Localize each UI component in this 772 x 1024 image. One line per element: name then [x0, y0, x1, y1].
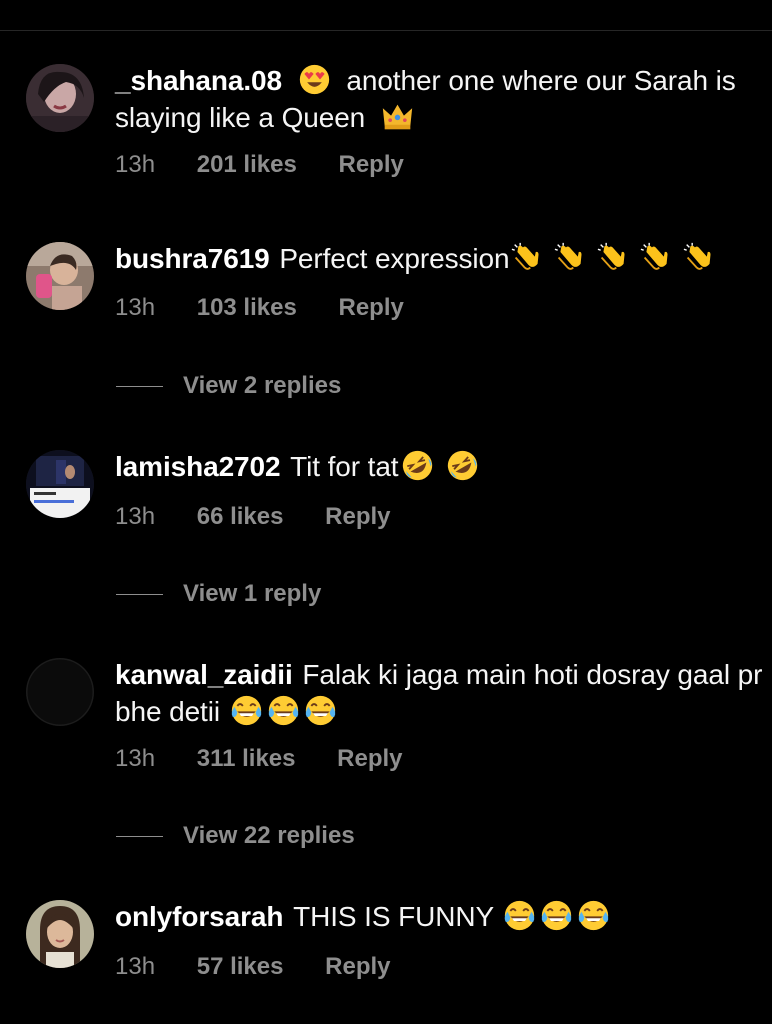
tears-of-joy-emoji-icon [304, 694, 337, 727]
crown-emoji-icon [381, 100, 414, 133]
tears-of-joy-emoji-icon [267, 694, 300, 727]
reply-button[interactable]: Reply [338, 294, 403, 322]
comment-message: THIS IS FUNNY [293, 901, 494, 932]
tears-of-joy-emoji-icon [230, 694, 263, 727]
comment-username[interactable]: lamisha2702 [115, 451, 281, 482]
comment-username[interactable]: onlyforsarah [115, 901, 284, 932]
comment-timestamp: 13h [115, 745, 156, 772]
comment-likes[interactable]: 201 likes [197, 151, 297, 179]
comment-username[interactable]: bushra7619 [115, 243, 270, 274]
comment-timestamp: 13h [115, 294, 156, 321]
comment-text: kanwal_zaidii Falak ki jaga main hoti do… [115, 656, 764, 730]
comment-meta: 13h 103 likes Reply [115, 294, 404, 322]
rofl-emoji-icon [401, 449, 434, 482]
comment-username[interactable]: kanwal_zaidii [115, 659, 293, 690]
avatar[interactable] [26, 450, 94, 518]
avatar-photo-icon [26, 450, 94, 518]
reply-button[interactable]: Reply [325, 503, 390, 531]
reply-button[interactable]: Reply [325, 953, 390, 981]
comment-timestamp: 13h [115, 503, 156, 530]
avatar-photo-icon [26, 900, 94, 968]
comment-timestamp: 13h [115, 953, 156, 980]
replies-divider-line [116, 836, 163, 838]
avatar[interactable] [26, 900, 94, 968]
top-divider [0, 30, 772, 31]
clapping-hands-emoji-icon [640, 241, 673, 274]
comment-meta: 13h 57 likes Reply [115, 953, 391, 981]
tears-of-joy-emoji-icon [503, 899, 536, 932]
tears-of-joy-emoji-icon [577, 899, 610, 932]
heart-eyes-emoji-icon [298, 63, 331, 96]
comment-text: onlyforsarah THIS IS FUNNY [115, 898, 764, 935]
tears-of-joy-emoji-icon [540, 899, 573, 932]
rofl-emoji-icon [446, 449, 479, 482]
comment-username[interactable]: _shahana.08 [115, 65, 282, 96]
comment-meta: 13h 66 likes Reply [115, 503, 391, 531]
view-replies-button[interactable]: View 2 replies [116, 372, 341, 400]
clapping-hands-emoji-icon [683, 241, 716, 274]
comment-timestamp: 13h [115, 151, 156, 178]
clapping-hands-emoji-icon [554, 241, 587, 274]
clapping-hands-emoji-icon [511, 241, 544, 274]
reply-button[interactable]: Reply [337, 745, 402, 773]
view-replies-button[interactable]: View 22 replies [116, 822, 355, 850]
avatar-photo-icon [26, 64, 94, 132]
clapping-hands-emoji-icon [597, 241, 630, 274]
reply-button[interactable]: Reply [338, 151, 403, 179]
comment-meta: 13h 201 likes Reply [115, 151, 404, 179]
view-replies-label: View 1 reply [183, 580, 322, 607]
comment-text: lamisha2702 Tit for tat [115, 448, 764, 485]
avatar[interactable] [26, 242, 94, 310]
comment-likes[interactable]: 57 likes [197, 953, 284, 981]
comment-message: Tit for tat [290, 451, 399, 482]
avatar-photo-icon [26, 242, 94, 310]
replies-divider-line [116, 594, 163, 596]
comment-text: bushra7619 Perfect expression [115, 240, 764, 277]
view-replies-label: View 2 replies [183, 372, 342, 399]
comment-message: Perfect expression [279, 243, 510, 274]
comment-meta: 13h 311 likes Reply [115, 745, 403, 773]
comment-text: _shahana.08 another one where our Sarah … [115, 62, 764, 136]
view-replies-button[interactable]: View 1 reply [116, 580, 321, 608]
avatar[interactable] [26, 64, 94, 132]
comment-likes[interactable]: 103 likes [197, 294, 297, 322]
comment-likes[interactable]: 311 likes [197, 745, 296, 773]
replies-divider-line [116, 386, 163, 388]
comment-likes[interactable]: 66 likes [197, 503, 284, 531]
avatar-photo-icon [26, 658, 94, 726]
view-replies-label: View 22 replies [183, 822, 355, 849]
avatar[interactable] [26, 658, 94, 726]
